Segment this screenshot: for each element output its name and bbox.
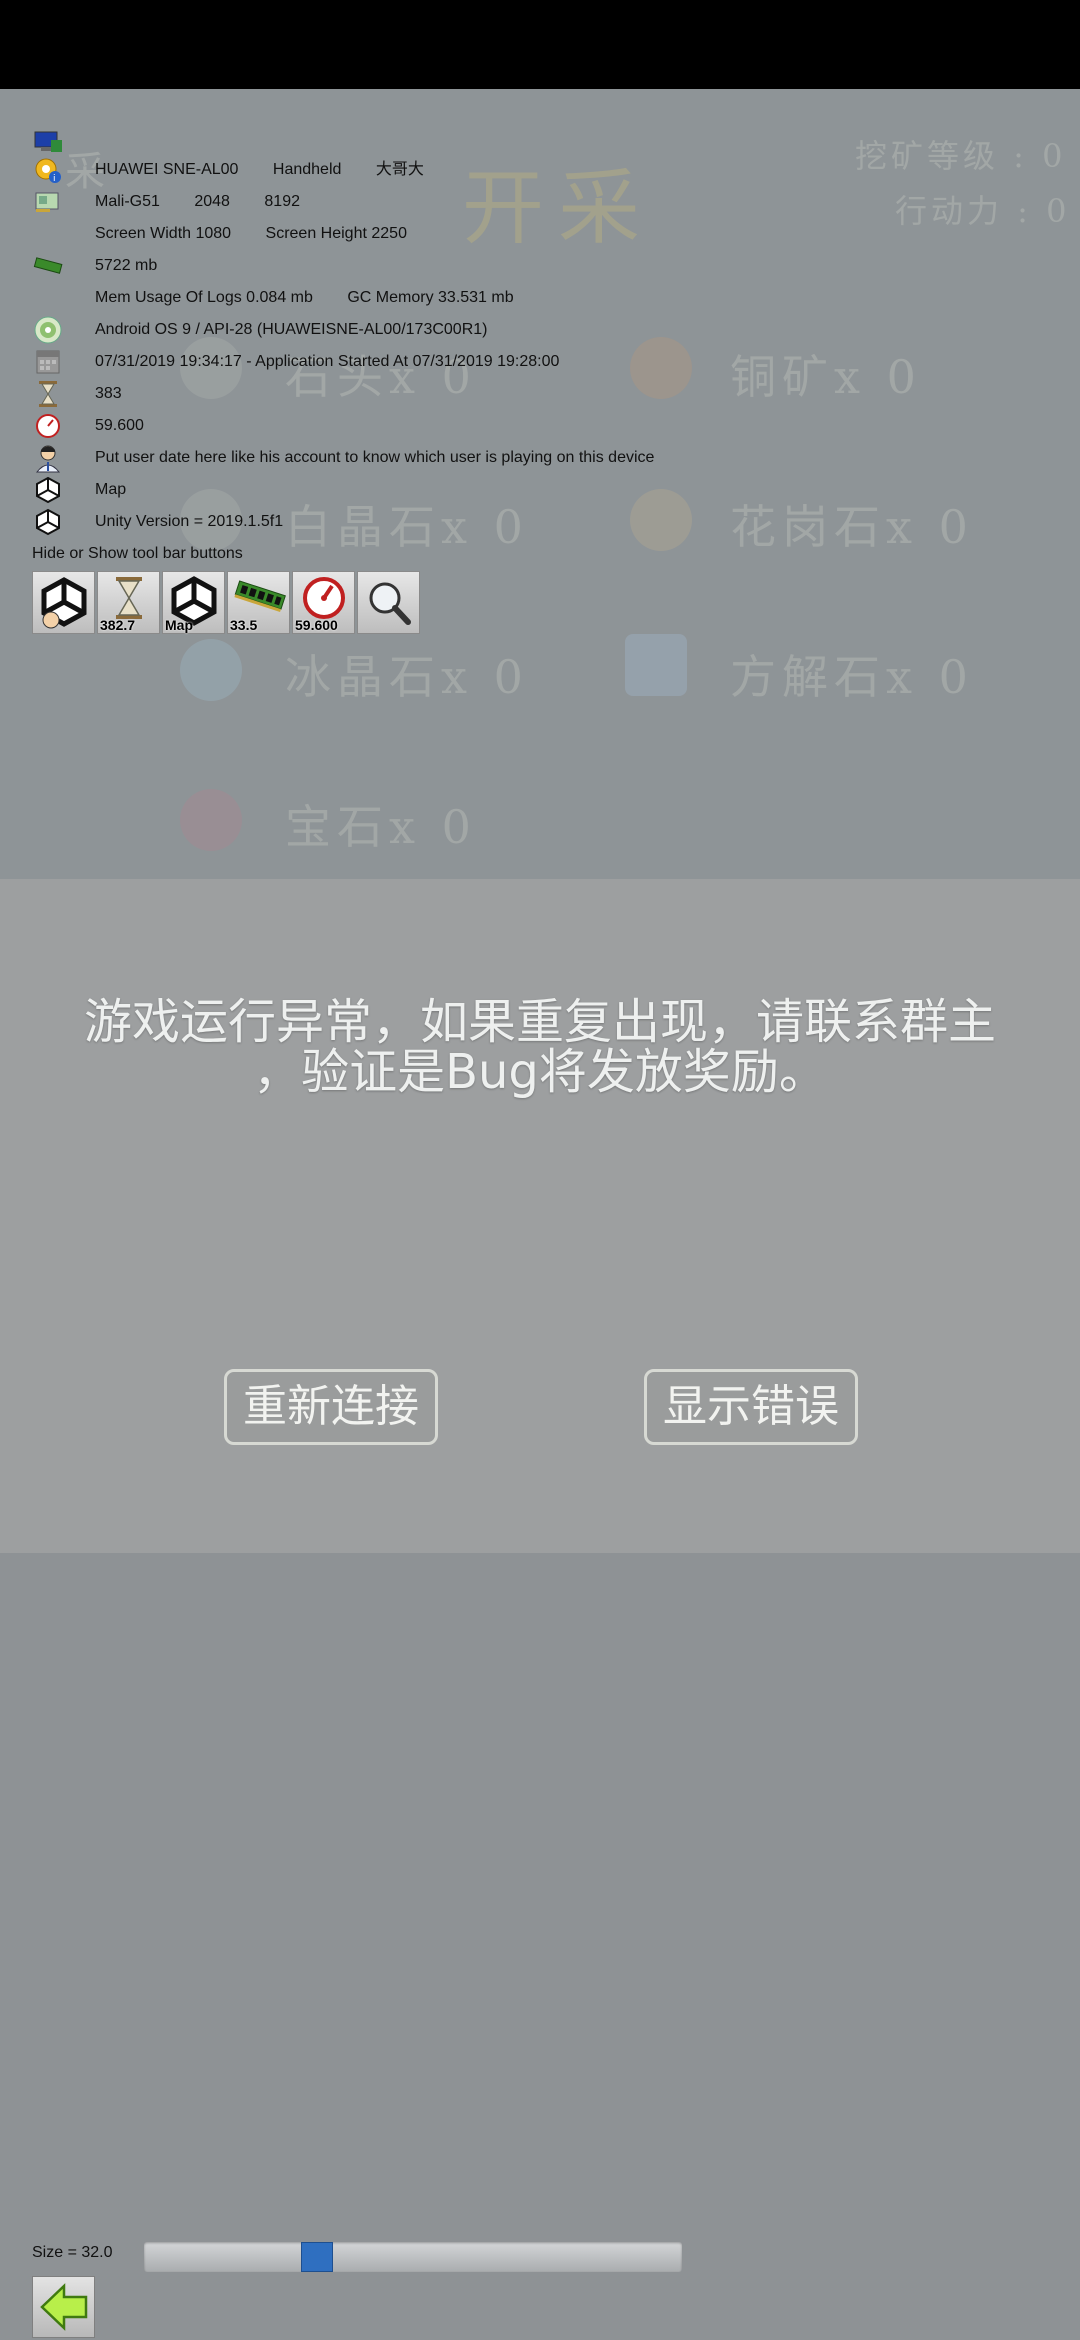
resource-ice-crystal: 冰晶石x 0 <box>285 650 529 704</box>
magnifier-icon <box>369 582 411 625</box>
settings-info-icon: i <box>32 155 64 185</box>
gpu-max-texture: 8192 <box>264 193 300 210</box>
fps-row: 59.600 <box>0 411 1080 441</box>
system-memory-row: 5722 mb <box>0 251 1080 281</box>
unity-user-icon <box>41 577 87 629</box>
user-info-row: Put user date here like his account to k… <box>0 443 1080 473</box>
toolbar-fps-button[interactable]: 59.600 <box>292 571 355 634</box>
calendar-icon <box>32 347 64 377</box>
gpu-info-row: Mali-G51 2048 8192 <box>0 187 1080 217</box>
user-icon <box>32 443 64 473</box>
speedometer-icon <box>303 577 345 619</box>
device-info-row: i HUAWEI SNE-AL00 Handheld 大哥大 <box>0 155 1080 185</box>
screen-height: Screen Height 2250 <box>265 225 407 242</box>
toolbar-search-button[interactable] <box>357 571 420 634</box>
os-version: Android OS 9 / API-28 (HUAWEISNE-AL00/17… <box>95 321 488 338</box>
show-error-button[interactable]: 显示错误 <box>644 1369 858 1445</box>
memory-usage-row: Mem Usage Of Logs 0.084 mb GC Memory 33.… <box>0 283 1080 313</box>
size-slider[interactable] <box>144 2242 682 2272</box>
device-type: Handheld <box>272 161 342 178</box>
size-label: Size = 32.0 <box>32 2244 113 2261</box>
reconnect-button[interactable]: 重新连接 <box>224 1369 438 1445</box>
gc-memory: GC Memory 33.531 mb <box>347 289 514 306</box>
error-message: 游戏运行异常，如果重复出现，请联系群主 ，验证是Bug将发放奖励。 <box>0 997 1080 1097</box>
toolbar-label: 33.5 <box>230 617 258 633</box>
empty-area <box>0 1553 1080 2340</box>
fps-value: 59.600 <box>95 417 144 434</box>
calcite-icon <box>625 634 687 696</box>
monitor-icon <box>32 127 64 157</box>
unity-version: Unity Version = 2019.1.5f1 <box>95 513 284 530</box>
scene-row: Map <box>0 475 1080 505</box>
hourglass-icon <box>116 577 142 619</box>
toolbar-label: 382.7 <box>100 617 136 633</box>
timestamp: 07/31/2019 19:34:17 - Application Starte… <box>95 353 560 370</box>
gpu-name: Mali-G51 <box>95 193 160 210</box>
arrow-left-icon <box>39 2283 87 2331</box>
screen-width: Screen Width 1080 <box>95 225 232 242</box>
user-info-text: Put user date here like his account to k… <box>95 449 655 466</box>
speedometer-icon <box>32 411 64 441</box>
debug-toolbar: 382.7 Map 33.5 59.600 <box>32 571 422 634</box>
hide-toolbar-toggle[interactable]: Hide or Show tool bar buttons <box>32 541 243 567</box>
device-model: HUAWEI SNE-AL00 <box>95 161 239 178</box>
gem-icon <box>180 789 242 851</box>
ram-icon <box>32 251 64 281</box>
unity-version-row: Unity Version = 2019.1.5f1 <box>0 507 1080 537</box>
svg-text:i: i <box>53 174 56 184</box>
toolbar-label: 59.600 <box>295 617 338 633</box>
os-row: Android OS 9 / API-28 (HUAWEISNE-AL00/17… <box>0 315 1080 345</box>
graphics-card-icon <box>32 187 64 217</box>
unity-logo-icon <box>32 475 64 505</box>
screen-info-row: Screen Width 1080 Screen Height 2250 <box>0 219 1080 249</box>
disc-icon <box>32 315 64 345</box>
toolbar-user-button[interactable] <box>32 571 95 634</box>
toolbar-label: Map <box>165 617 193 633</box>
hourglass-icon <box>32 379 64 409</box>
device-name: 大哥大 <box>375 161 424 178</box>
back-button[interactable] <box>32 2276 95 2338</box>
toolbar-memory-button[interactable]: 33.5 <box>227 571 290 634</box>
error-message-line1: 游戏运行异常，如果重复出现，请联系群主 <box>83 994 996 1050</box>
toolbar-elapsed-button[interactable]: 382.7 <box>97 571 160 634</box>
error-dialog: 游戏运行异常，如果重复出现，请联系群主 ，验证是Bug将发放奖励。 重新连接 显… <box>0 879 1080 1553</box>
resource-calcite: 方解石x 0 <box>730 650 974 704</box>
mem-usage-logs: Mem Usage Of Logs 0.084 mb <box>95 289 313 306</box>
scene-name: Map <box>95 481 127 498</box>
system-memory: 5722 mb <box>95 257 158 274</box>
unity-logo-icon <box>32 507 64 537</box>
memory-chip-icon <box>234 580 286 612</box>
elapsed-seconds: 383 <box>95 385 122 402</box>
size-slider-thumb[interactable] <box>301 2242 333 2272</box>
gpu-memory: 2048 <box>194 193 230 210</box>
time-row: 07/31/2019 19:34:17 - Application Starte… <box>0 347 1080 377</box>
ice-crystal-icon <box>180 639 242 701</box>
elapsed-row: 383 <box>0 379 1080 409</box>
resource-gem: 宝石x 0 <box>285 800 477 854</box>
top-status-bar <box>0 0 1080 89</box>
toolbar-map-button[interactable]: Map <box>162 571 225 634</box>
error-message-line2: ，验证是Bug将发放奖励。 <box>253 1044 827 1100</box>
